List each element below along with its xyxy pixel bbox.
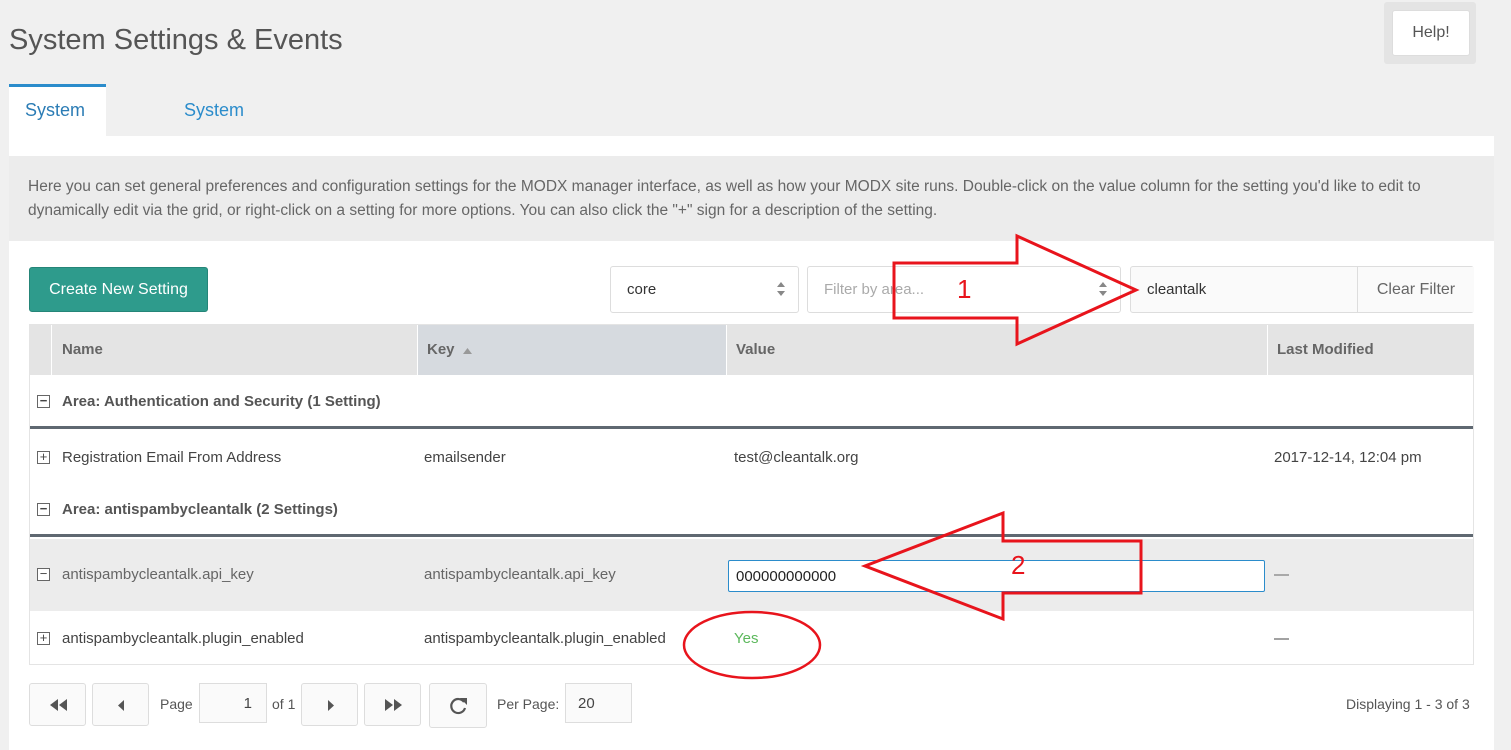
setting-key: antispambycleantalk.plugin_enabled xyxy=(424,630,666,647)
group-header-authentication[interactable]: − Area: Authentication and Security (1 S… xyxy=(30,375,1473,429)
area-filter-placeholder: Filter by area... xyxy=(824,281,925,298)
setting-key: emailsender xyxy=(424,449,506,466)
column-header-last-modified[interactable]: Last Modified xyxy=(1267,325,1473,375)
setting-name: antispambycleantalk.plugin_enabled xyxy=(62,630,304,647)
column-header-key[interactable]: Key xyxy=(417,325,726,375)
setting-value[interactable]: Yes xyxy=(734,630,758,647)
setting-key: antispambycleantalk.api_key xyxy=(424,566,616,583)
table-row[interactable]: + antispambycleantalk.plugin_enabled ant… xyxy=(30,612,1473,665)
search-filter: Clear Filter xyxy=(1130,266,1474,313)
group-title: Area: Authentication and Security (1 Set… xyxy=(62,393,381,410)
last-page-icon xyxy=(385,699,402,711)
next-page-icon xyxy=(328,700,334,711)
per-page-label: Per Page: xyxy=(497,696,560,712)
page-label: Page xyxy=(160,696,193,712)
prev-page-button[interactable] xyxy=(92,683,149,726)
setting-last-modified: 2017-12-14, 12:04 pm xyxy=(1274,449,1422,466)
setting-name: Registration Email From Address xyxy=(62,449,282,466)
tab-system-settings[interactable]: System Settings xyxy=(9,84,107,167)
help-button[interactable]: Help! xyxy=(1392,10,1470,56)
collapse-icon[interactable]: − xyxy=(37,567,50,581)
setting-last-modified: — xyxy=(1274,630,1289,647)
search-input[interactable] xyxy=(1131,267,1356,312)
settings-panel: Here you can set general preferences and… xyxy=(9,136,1494,750)
column-header-key-label: Key xyxy=(427,341,455,358)
create-setting-button[interactable]: Create New Setting xyxy=(29,267,208,312)
table-row[interactable]: + Registration Email From Address emails… xyxy=(30,431,1473,486)
namespace-select-value: core xyxy=(627,281,657,298)
collapse-icon[interactable]: − xyxy=(37,394,50,408)
page-number-input[interactable] xyxy=(199,683,267,723)
annotation-label-1: 1 xyxy=(957,274,972,304)
column-header-value[interactable]: Value xyxy=(726,325,1267,375)
first-page-icon xyxy=(50,699,67,711)
namespace-select[interactable]: core xyxy=(610,266,799,313)
refresh-icon xyxy=(450,697,467,715)
help-container: Help! xyxy=(1384,2,1476,64)
last-page-button[interactable] xyxy=(364,683,421,726)
refresh-button[interactable] xyxy=(429,683,487,728)
prev-page-icon xyxy=(118,700,124,711)
clear-filter-button[interactable]: Clear Filter xyxy=(1357,267,1474,312)
expand-icon[interactable]: + xyxy=(37,450,50,464)
settings-grid: Name Key Value Last Modified − Area: Aut… xyxy=(29,324,1474,665)
annotation-label-2: 2 xyxy=(1011,550,1026,580)
panel-description: Here you can set general preferences and… xyxy=(9,156,1494,241)
tab-system-events[interactable]: System Events xyxy=(168,84,260,172)
page-count-label: of 1 xyxy=(272,696,296,712)
expand-icon[interactable]: + xyxy=(37,631,50,645)
setting-last-modified: — xyxy=(1274,566,1289,583)
collapse-icon[interactable]: − xyxy=(37,502,50,516)
display-count: Displaying 1 - 3 of 3 xyxy=(1346,696,1470,712)
page-title: System Settings & Events xyxy=(9,24,343,56)
group-title: Area: antispambycleantalk (2 Settings) xyxy=(62,501,338,518)
next-page-button[interactable] xyxy=(301,683,358,726)
column-header-name[interactable]: Name xyxy=(52,325,417,375)
group-header-antispambycleantalk[interactable]: − Area: antispambycleantalk (2 Settings) xyxy=(30,483,1473,537)
first-page-button[interactable] xyxy=(29,683,86,726)
per-page-input[interactable] xyxy=(565,683,632,723)
grid-header: Name Key Value Last Modified xyxy=(30,325,1473,375)
setting-value[interactable]: test@cleantalk.org xyxy=(734,449,858,466)
setting-value-editor[interactable] xyxy=(728,560,1265,592)
select-arrows-icon xyxy=(1099,282,1107,296)
table-row[interactable]: − antispambycleantalk.api_key antispamby… xyxy=(30,539,1473,611)
select-arrows-icon xyxy=(777,282,785,296)
sort-ascending-icon xyxy=(462,348,472,354)
setting-name: antispambycleantalk.api_key xyxy=(62,566,254,583)
